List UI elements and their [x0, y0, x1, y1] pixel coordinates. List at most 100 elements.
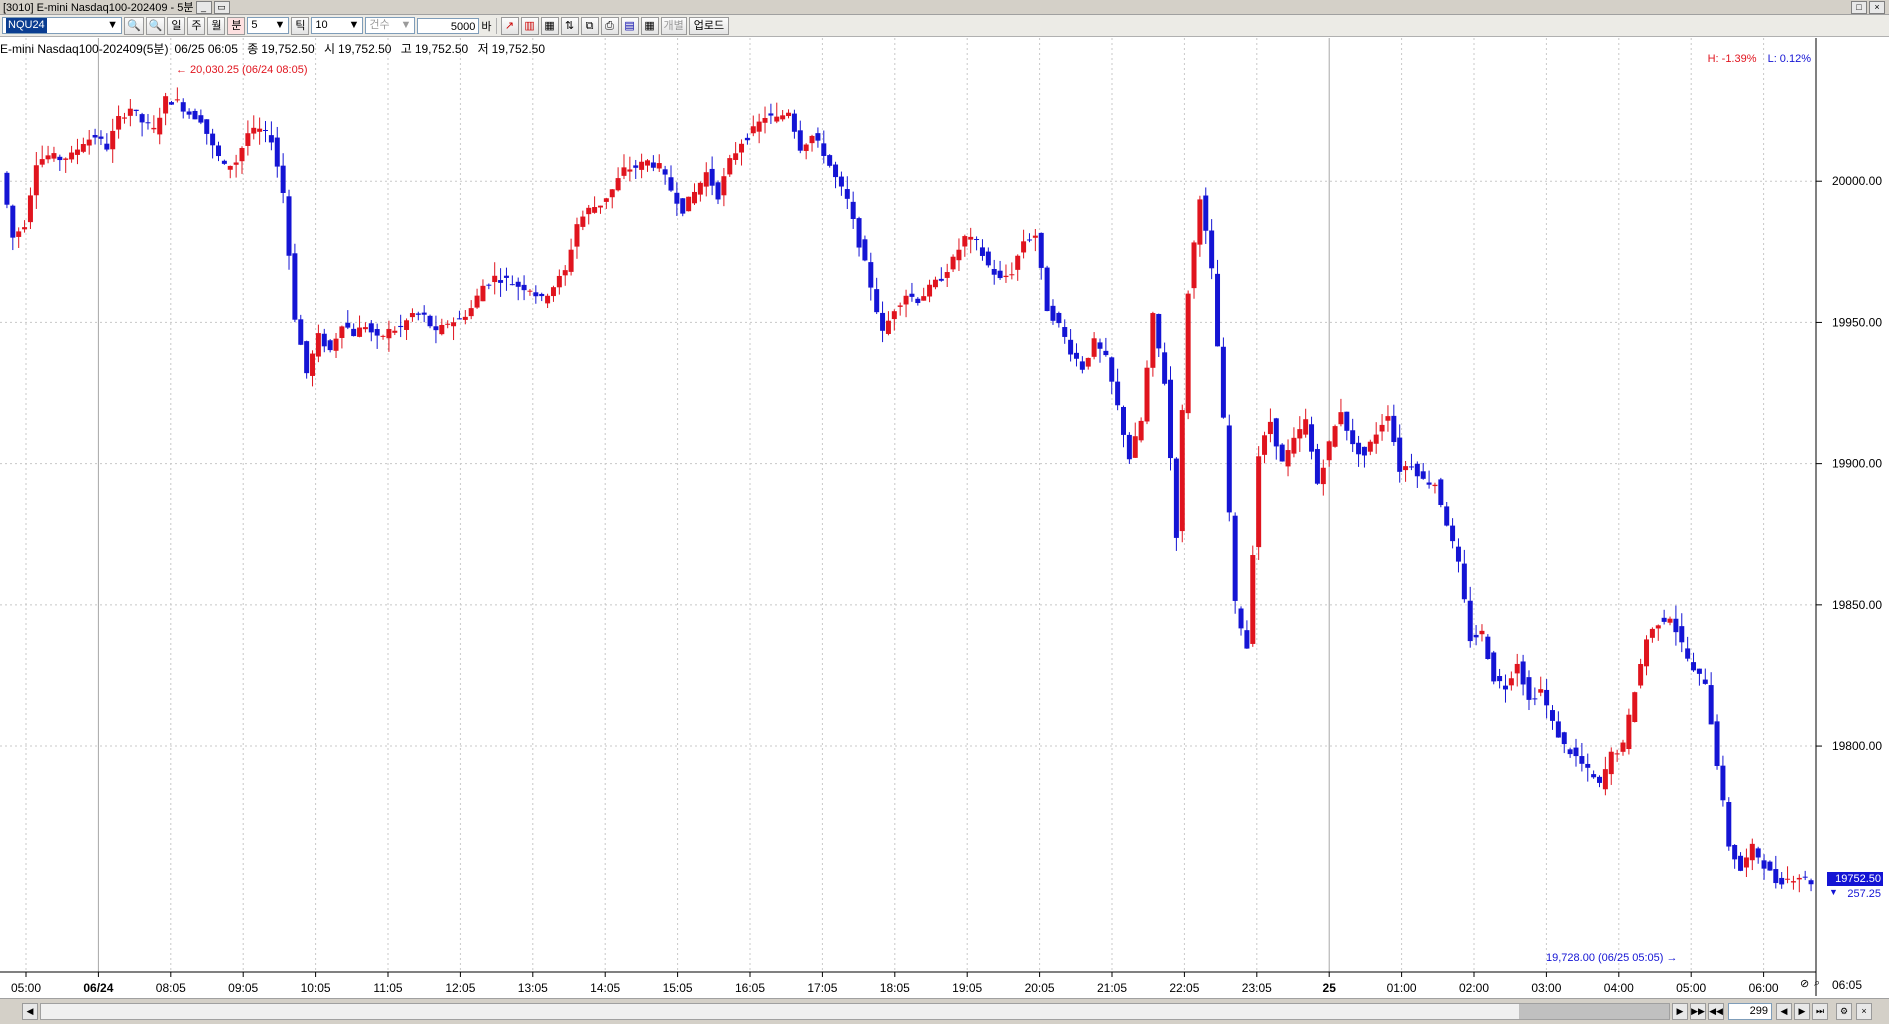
symbol-combo[interactable]: NQU24 ▼ — [2, 17, 122, 34]
candle-body — [121, 117, 127, 119]
price-info-bar: E-mini Nasdaq100-202409(5분) 06/25 06:05 종… — [0, 40, 551, 56]
candle-body — [1808, 880, 1814, 885]
maximize-icon[interactable]: □ — [1851, 1, 1867, 14]
candle-body — [480, 285, 486, 302]
minute-combo[interactable]: 5 ▼ — [247, 17, 290, 34]
tick-combo[interactable]: 10 ▼ — [311, 17, 364, 34]
count-label: 건수 — [369, 19, 390, 31]
candle-body — [956, 249, 962, 261]
individual-button[interactable]: 개별 — [660, 16, 687, 35]
candle-body — [1790, 881, 1796, 883]
candle-body — [174, 99, 180, 101]
window-titlebar[interactable]: [3010] E-mini Nasdaq100-202409 - 5분 _ ▭ … — [0, 0, 1889, 15]
scroll-track[interactable] — [40, 1003, 1670, 1020]
candle-body — [1461, 563, 1467, 600]
last-icon[interactable]: ⏭ — [1812, 1003, 1828, 1020]
candle-body — [874, 289, 880, 313]
chevron-down-icon[interactable]: ▼ — [107, 18, 118, 33]
x-tick-label: 06/24 — [83, 981, 113, 995]
scroll-right-icon[interactable]: ▶ — [1672, 1003, 1688, 1020]
close-icon[interactable]: × — [1869, 1, 1885, 14]
chevron-down-icon[interactable]: ▼ — [275, 18, 286, 33]
candle-body — [74, 149, 80, 155]
candle-body — [1455, 546, 1461, 562]
indicator-icon[interactable]: ▤ — [620, 16, 639, 35]
candle-body — [1226, 425, 1232, 513]
zoom-icon[interactable]: ⌕ — [1814, 977, 1820, 990]
x-tick-label: 05:00 — [1676, 981, 1706, 995]
candle-body — [891, 311, 897, 320]
candle-body — [692, 191, 698, 204]
copy-icon[interactable]: ⧉ — [580, 16, 599, 35]
prev-icon[interactable]: ◀ — [1776, 1003, 1792, 1020]
candle-body — [1232, 515, 1238, 601]
upload-button[interactable]: 업로드 — [688, 16, 730, 35]
candle-body — [627, 169, 633, 172]
search-icon[interactable]: 🔍 — [124, 16, 144, 35]
tick-button[interactable]: 틱 — [291, 16, 310, 35]
candle-body — [944, 272, 950, 278]
bars-input[interactable]: 5000 — [417, 17, 480, 34]
candle-body — [386, 328, 392, 339]
candle-body — [1168, 379, 1174, 459]
candle-body — [1638, 664, 1644, 686]
candle-body — [1597, 776, 1603, 783]
candle-body — [1802, 876, 1808, 878]
period-month-button[interactable]: 월 — [207, 16, 226, 35]
period-minute-button[interactable]: 분 — [227, 16, 246, 35]
compare-icon[interactable]: ⇅ — [560, 16, 579, 35]
restore-icon[interactable]: ▭ — [213, 0, 230, 14]
candle-chart-icon[interactable]: ▦ — [540, 16, 559, 35]
scroll-end-icon[interactable]: ▶▶ — [1690, 1003, 1706, 1020]
count-combo[interactable]: 건수 ▼ — [365, 17, 416, 34]
candle-body — [1144, 367, 1150, 422]
candle-body — [33, 165, 39, 196]
bottom-scrollbar: ◀ ▶ ▶▶ ◀◀ 299 ◀ ▶ ⏭ ⚙ × — [0, 998, 1889, 1024]
line-chart-icon[interactable]: ↗ — [500, 16, 519, 35]
candle-body — [1361, 446, 1367, 456]
low-label: 저 — [477, 42, 489, 56]
x-tick-label: 19:05 — [952, 981, 982, 995]
candle-body — [274, 137, 280, 167]
symbol-input[interactable]: NQU24 — [6, 18, 47, 33]
candle-body — [1579, 756, 1585, 764]
zoom-out-icon[interactable]: ◀◀ — [1708, 1003, 1724, 1020]
candle-body — [1215, 273, 1221, 347]
minimize-icon[interactable]: _ — [195, 0, 212, 14]
candle-body — [750, 126, 756, 134]
x-tick-label: 02:00 — [1459, 981, 1489, 995]
candle-body — [1702, 679, 1708, 684]
x-tick-label: 11:05 — [373, 981, 402, 995]
candle-body — [562, 270, 568, 276]
candle-body — [533, 292, 539, 297]
print-icon[interactable]: ⎙ — [600, 16, 619, 35]
scroll-left-icon[interactable]: ◀ — [22, 1003, 38, 1020]
candle-body — [844, 189, 850, 199]
candlestick-chart[interactable]: 20000.00 19950.00 19900.00 19850.00 19800.00… — [0, 0, 1889, 1000]
search-red-icon[interactable]: 🔍 — [145, 16, 166, 35]
close-pane-icon[interactable]: × — [1856, 1003, 1872, 1020]
table-icon[interactable]: ▦ — [640, 16, 659, 35]
candle-body — [697, 182, 703, 195]
chart-tools-icon[interactable]: ⊘ — [1800, 977, 1809, 990]
chevron-down-icon[interactable]: ▼ — [401, 18, 412, 33]
candle-body — [451, 322, 457, 327]
candle-body — [1126, 434, 1132, 460]
period-week-button[interactable]: 주 — [187, 16, 206, 35]
candle-body — [656, 163, 662, 169]
visible-bars-count[interactable]: 299 — [1728, 1003, 1772, 1020]
chevron-down-icon[interactable]: ▼ — [349, 18, 360, 33]
bar-chart-icon[interactable]: ▥ — [520, 16, 539, 35]
candle-body — [445, 323, 451, 325]
settings-icon[interactable]: ⚙ — [1836, 1003, 1852, 1020]
y-tick-label: 20000.00 — [1832, 174, 1882, 188]
candle-body — [1291, 437, 1297, 454]
x-tick-label: 23:05 — [1242, 981, 1272, 995]
scroll-thumb[interactable] — [1519, 1004, 1669, 1019]
candle-body — [333, 338, 339, 351]
candle-body — [433, 326, 439, 331]
x-tick-label: 04:00 — [1604, 981, 1634, 995]
candle-body — [932, 279, 938, 288]
next-icon[interactable]: ▶ — [1794, 1003, 1810, 1020]
period-day-button[interactable]: 일 — [167, 16, 186, 35]
